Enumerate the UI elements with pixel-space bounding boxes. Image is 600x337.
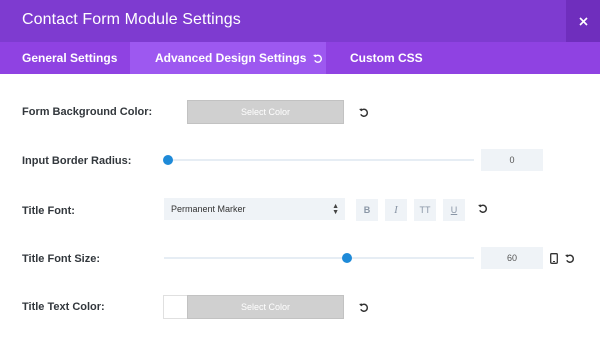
title-font-select[interactable]: Permanent Marker ▲ ▼	[164, 198, 345, 220]
border-radius-value: 0	[509, 155, 515, 165]
border-radius-slider-thumb[interactable]	[163, 155, 173, 165]
title-font-size-row: Title Font Size: 60	[0, 246, 600, 270]
border-radius-value-input[interactable]: 0	[481, 149, 543, 171]
font-size-value-input[interactable]: 60	[481, 247, 543, 269]
tab-general-settings-label: General Settings	[22, 51, 118, 65]
italic-label: I	[394, 204, 398, 216]
modal-title: Contact Form Module Settings	[22, 11, 241, 28]
font-size-slider-thumb[interactable]	[342, 253, 352, 263]
close-button[interactable]	[566, 0, 600, 42]
title-text-color-swatch[interactable]	[163, 295, 187, 319]
title-text-select-color-label: Select Color	[240, 302, 291, 312]
tab-general-settings[interactable]: General Settings	[0, 42, 130, 74]
tab-custom-css[interactable]: Custom CSS	[326, 42, 436, 74]
tab-bar: General Settings Advanced Design Setting…	[0, 42, 600, 74]
bold-label: B	[363, 205, 371, 215]
title-font-reset-icon[interactable]	[476, 202, 488, 214]
font-size-slider-track[interactable]	[164, 257, 474, 259]
title-text-color-label: Title Text Color:	[22, 301, 105, 313]
bold-button[interactable]: B	[356, 199, 378, 221]
select-arrows-icon: ▲ ▼	[332, 203, 339, 216]
title-text-color-row: Title Text Color: Select Color	[0, 293, 600, 321]
form-background-reset-icon[interactable]	[357, 106, 369, 118]
border-radius-slider-track[interactable]	[164, 159, 474, 161]
close-icon	[578, 16, 588, 26]
modal-header: Contact Form Module Settings	[0, 0, 600, 42]
underline-label: U	[450, 205, 458, 215]
title-font-size-label: Title Font Size:	[22, 253, 101, 265]
form-background-color-label: Form Background Color:	[22, 106, 153, 118]
tab-advanced-design-settings-label: Advanced Design Settings	[155, 51, 307, 65]
title-font-label: Title Font:	[22, 205, 75, 217]
title-text-color-reset-icon[interactable]	[357, 301, 369, 313]
italic-button[interactable]: I	[385, 199, 407, 221]
tab-advanced-design-settings[interactable]: Advanced Design Settings	[130, 42, 326, 74]
font-size-value: 60	[506, 253, 517, 263]
title-font-selected-value: Permanent Marker	[171, 204, 246, 214]
device-phone-icon[interactable]	[548, 252, 560, 264]
form-background-select-color-button[interactable]: Select Color	[187, 100, 344, 124]
input-border-radius-label: Input Border Radius:	[22, 155, 132, 167]
underline-button[interactable]: U	[443, 199, 465, 221]
tab-custom-css-label: Custom CSS	[350, 51, 423, 65]
title-font-row: Title Font: Permanent Marker ▲ ▼ B I TT U	[0, 197, 600, 221]
title-text-select-color-button[interactable]: Select Color	[187, 295, 344, 319]
font-size-reset-icon[interactable]	[563, 252, 575, 264]
input-border-radius-row: Input Border Radius: 0	[0, 148, 600, 172]
form-background-color-row: Form Background Color: Select Color	[0, 98, 600, 126]
refresh-icon	[312, 53, 323, 64]
uppercase-button[interactable]: TT	[414, 199, 436, 221]
form-background-select-color-label: Select Color	[240, 107, 291, 117]
uppercase-label: TT	[419, 205, 431, 215]
